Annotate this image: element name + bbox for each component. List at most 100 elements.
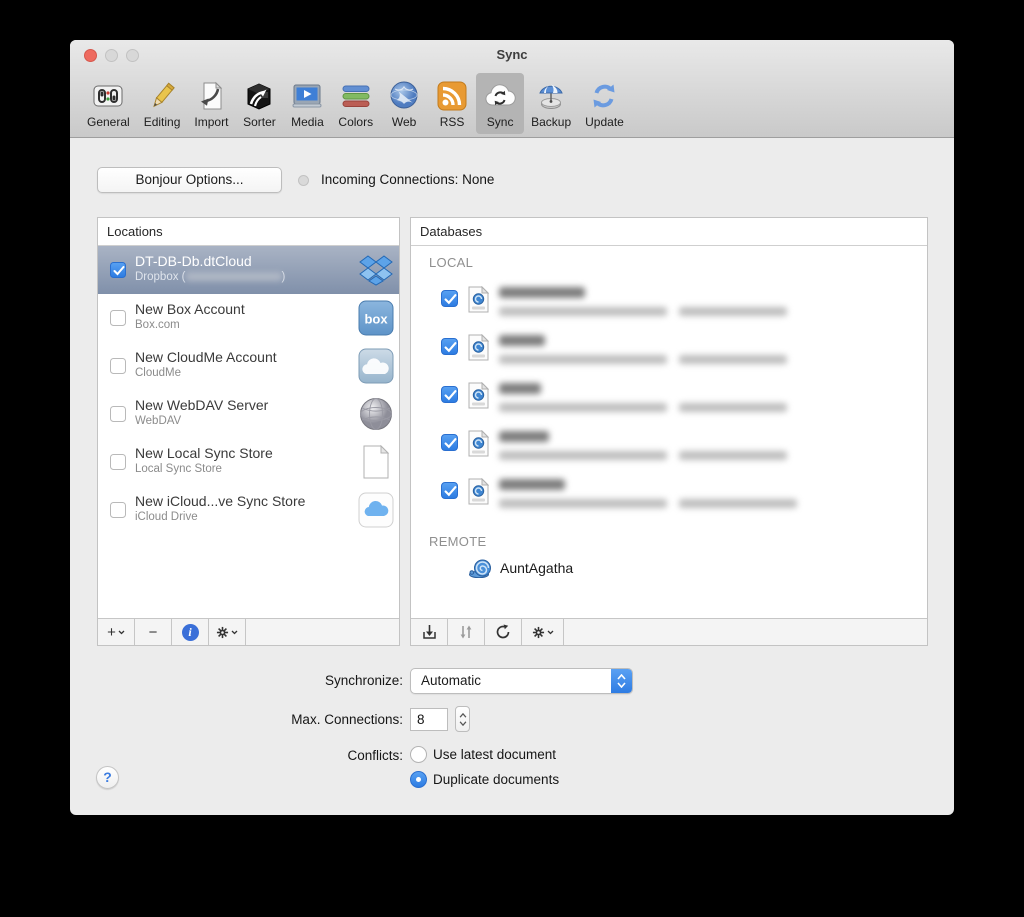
database-actions-button[interactable]: [522, 619, 564, 645]
location-name: New CloudMe Account: [135, 349, 277, 365]
database-doc-icon: [468, 285, 490, 318]
chevron-down-icon: [547, 630, 553, 634]
devonthink-snail-icon: [469, 559, 493, 583]
tab-label: Editing: [143, 115, 181, 129]
checkbox-checked[interactable]: [441, 338, 458, 355]
tab-label: Sorter: [243, 115, 276, 129]
database-doc-icon: [468, 381, 490, 414]
location-detail: WebDAV: [135, 415, 182, 427]
checkbox-unchecked[interactable]: [110, 454, 126, 470]
tab-label: Update: [585, 115, 624, 129]
database-row[interactable]: [411, 324, 927, 372]
add-location-button[interactable]: +: [98, 619, 135, 645]
remote-database-row[interactable]: AuntAgatha: [411, 556, 927, 584]
dropbox-icon: [357, 252, 394, 288]
database-row[interactable]: [411, 372, 927, 420]
tab-label: Sync: [486, 115, 514, 129]
tab-sorter[interactable]: Sorter: [235, 73, 283, 134]
window-title: Sync: [496, 47, 528, 62]
tab-editing[interactable]: Editing: [137, 73, 188, 134]
help-button[interactable]: ?: [96, 766, 119, 789]
checkbox-checked[interactable]: [110, 262, 126, 278]
chevron-down-icon: [231, 630, 238, 634]
tab-backup[interactable]: Backup: [524, 73, 578, 134]
database-row[interactable]: [411, 420, 927, 468]
detail-prefix: Dropbox (: [135, 271, 186, 283]
refresh-button[interactable]: [485, 619, 522, 645]
redacted-text: [679, 403, 787, 412]
checkbox-unchecked[interactable]: [110, 502, 126, 518]
checkbox-checked[interactable]: [441, 290, 458, 307]
tab-label: Media: [291, 115, 324, 129]
location-row-cloudme[interactable]: New CloudMe Account CloudMe: [98, 342, 399, 390]
detail-suffix: ): [281, 271, 286, 283]
info-button[interactable]: i: [172, 619, 209, 645]
location-actions-button[interactable]: [209, 619, 246, 645]
locations-panel: Locations DT-DB-Db.dtCloud Dropbox () Ne…: [97, 217, 400, 646]
locations-header: Locations: [98, 218, 399, 246]
synchronize-popup[interactable]: Automatic: [410, 668, 633, 694]
document-icon: [357, 444, 394, 480]
webdav-globe-icon: [357, 396, 394, 432]
redacted-text: [679, 499, 797, 508]
info-icon: i: [181, 623, 199, 641]
rss-icon: [435, 79, 469, 113]
databases-panel: Databases LOCAL REMOTE AuntAgatha: [410, 217, 928, 646]
checkbox-checked[interactable]: [441, 386, 458, 403]
tab-media[interactable]: Media: [283, 73, 331, 134]
import-database-button[interactable]: [411, 619, 448, 645]
tab-label: Backup: [531, 115, 572, 129]
checkbox-checked[interactable]: [441, 482, 458, 499]
tab-web[interactable]: Web: [380, 73, 428, 134]
location-row-icloud[interactable]: New iCloud...ve Sync Store iCloud Drive: [98, 486, 399, 534]
stepper-up-icon: [459, 712, 466, 718]
redacted-text: [679, 451, 787, 460]
radio-duplicate[interactable]: [410, 771, 427, 788]
tab-label: Web: [391, 115, 417, 129]
location-row-local-store[interactable]: New Local Sync Store Local Sync Store: [98, 438, 399, 486]
location-row-webdav[interactable]: New WebDAV Server WebDAV: [98, 390, 399, 438]
location-row-dtcloud[interactable]: DT-DB-Db.dtCloud Dropbox (): [98, 246, 399, 294]
location-row-box[interactable]: New Box Account Box.com box: [98, 294, 399, 342]
redacted-text: [499, 479, 565, 490]
max-connections-field[interactable]: 8: [410, 708, 448, 731]
sync-now-button[interactable]: [448, 619, 485, 645]
max-connections-stepper[interactable]: [455, 706, 470, 732]
synchronize-value: Automatic: [421, 673, 482, 688]
redacted-text: [499, 383, 541, 394]
remote-section-label: REMOTE: [429, 534, 487, 549]
popup-arrows-icon: [611, 669, 632, 693]
redacted-text: [499, 403, 667, 412]
tab-import[interactable]: Import: [187, 73, 235, 134]
location-detail: Dropbox (): [135, 271, 285, 283]
media-icon: [290, 79, 324, 113]
location-name: New Local Sync Store: [135, 445, 273, 461]
tab-sync[interactable]: Sync: [476, 73, 525, 134]
max-connections-label: Max. Connections:: [291, 712, 403, 727]
tab-label: General: [87, 115, 130, 129]
update-icon: [587, 79, 621, 113]
databases-toolbar: [411, 618, 927, 645]
redacted-text: [499, 307, 667, 316]
tab-colors[interactable]: Colors: [331, 73, 380, 134]
titlebar[interactable]: Sync: [70, 40, 954, 70]
tab-general[interactable]: General: [80, 73, 137, 134]
tab-rss[interactable]: RSS: [428, 73, 476, 134]
tab-update[interactable]: Update: [578, 73, 631, 134]
refresh-icon: [496, 624, 510, 639]
chevron-down-icon: [118, 630, 125, 634]
bonjour-options-button[interactable]: Bonjour Options...: [97, 167, 282, 193]
location-detail: iCloud Drive: [135, 511, 198, 523]
checkbox-unchecked[interactable]: [110, 358, 126, 374]
radio-use-latest[interactable]: [410, 746, 427, 763]
checkbox-unchecked[interactable]: [110, 406, 126, 422]
database-row[interactable]: [411, 468, 927, 516]
checkbox-unchecked[interactable]: [110, 310, 126, 326]
databases-header: Databases: [411, 218, 927, 246]
tab-label: Colors: [338, 115, 374, 129]
database-row[interactable]: [411, 276, 927, 324]
radio-use-latest-label: Use latest document: [433, 747, 557, 762]
checkbox-checked[interactable]: [441, 434, 458, 451]
remove-location-button[interactable]: −: [135, 619, 172, 645]
box-icon: box: [357, 300, 394, 336]
